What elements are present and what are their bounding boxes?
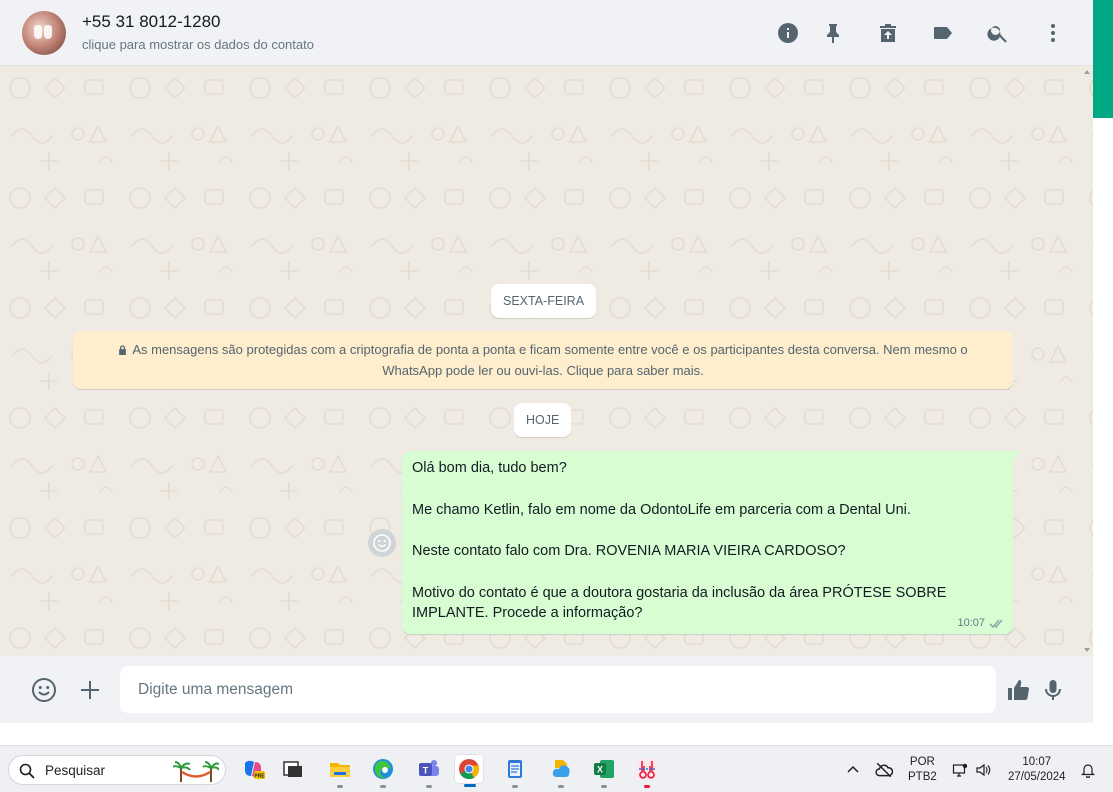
onedrive-offline-icon[interactable] (875, 746, 893, 792)
notepad-icon[interactable] (500, 754, 530, 788)
encryption-notice-text: As mensagens são protegidas com a cripto… (132, 342, 968, 378)
svg-text:T: T (423, 766, 429, 776)
bubble-tail (1013, 451, 1021, 461)
message-paragraph: Neste contato falo com Dra. ROVENIA MARI… (412, 543, 846, 559)
file-explorer-icon[interactable] (325, 754, 355, 788)
snipping-tool-icon[interactable] (632, 754, 662, 788)
emoji-face-icon (373, 534, 391, 552)
network-icon[interactable] (952, 746, 968, 792)
search-icon (19, 763, 35, 779)
taskbar-clock[interactable]: 10:07 27/05/2024 (1008, 746, 1066, 792)
beach-hammock-icon (173, 761, 219, 782)
taskbar-search-box[interactable]: Pesquisar (8, 755, 226, 785)
windows-taskbar: Pesquisar PRE T X POR PTB2 10:07 27/05/2… (0, 745, 1113, 792)
date-separator-today: HOJE (514, 403, 572, 437)
sender-avatar (368, 529, 396, 557)
message-meta: 10:07 (957, 617, 1005, 629)
teams-icon[interactable]: T (414, 754, 444, 788)
search-icon[interactable] (986, 21, 1010, 45)
label-icon[interactable] (931, 21, 955, 45)
chat-header: +55 31 8012-1280 clique para mostrar os … (0, 0, 1093, 66)
input-language-indicator[interactable]: POR PTB2 (908, 746, 937, 792)
clock-time: 10:07 (1022, 755, 1052, 768)
chrome-icon[interactable] (454, 754, 484, 787)
keyboard-layout: PTB2 (908, 770, 937, 783)
volume-icon[interactable] (975, 746, 991, 792)
message-paragraph: Motivo do contato é que a doutora gostar… (412, 584, 947, 622)
photos-icon[interactable] (546, 754, 576, 788)
message-paragraph: Me chamo Ketlin, falo em nome da OdontoL… (412, 501, 911, 518)
microphone-icon[interactable] (1039, 676, 1067, 704)
contact-subtitle[interactable]: clique para mostrar os dados do contato (82, 37, 314, 52)
double-check-icon (989, 619, 1003, 628)
pin-icon[interactable] (821, 21, 845, 45)
attach-plus-icon[interactable] (76, 676, 104, 704)
thumbs-up-icon[interactable] (1004, 676, 1032, 704)
excel-icon[interactable]: X (589, 754, 619, 788)
clock-date: 27/05/2024 (1008, 770, 1066, 783)
whatsapp-window: +55 31 8012-1280 clique para mostrar os … (0, 0, 1093, 723)
info-icon[interactable] (776, 21, 800, 45)
svg-text:PRE: PRE (254, 774, 265, 780)
language-code: POR (909, 755, 935, 768)
taskbar-search-label: Pesquisar (45, 763, 106, 778)
edge-icon[interactable] (368, 754, 398, 788)
date-separator-friday: SEXTA-FEIRA (491, 284, 597, 318)
conversation-scrollbar[interactable] (1083, 66, 1093, 656)
contact-avatar[interactable] (22, 11, 66, 55)
conversation-panel: SEXTA-FEIRA As mensagens são protegidas … (0, 66, 1093, 656)
lock-icon (119, 345, 127, 355)
message-input[interactable] (120, 666, 996, 713)
encryption-notice[interactable]: As mensagens são protegidas com a cripto… (73, 331, 1013, 389)
background-window-edge (1093, 0, 1113, 723)
copilot-icon[interactable]: PRE (238, 754, 268, 784)
message-time: 10:07 (957, 617, 985, 629)
message-paragraph: Olá bom dia, tudo bem? (412, 460, 567, 476)
contact-name[interactable]: +55 31 8012-1280 (82, 12, 221, 32)
menu-icon[interactable] (1041, 21, 1065, 45)
message-composer (0, 656, 1093, 723)
outgoing-message-bubble[interactable]: Olá bom dia, tudo bem? Me chamo Ketlin, … (402, 451, 1013, 634)
show-hidden-icons-chevron[interactable] (845, 746, 861, 792)
svg-text:X: X (597, 765, 603, 775)
archive-icon[interactable] (876, 21, 900, 45)
notification-bell-icon[interactable] (1080, 746, 1096, 792)
task-view-icon[interactable] (278, 754, 308, 784)
emoji-icon[interactable] (30, 676, 58, 704)
